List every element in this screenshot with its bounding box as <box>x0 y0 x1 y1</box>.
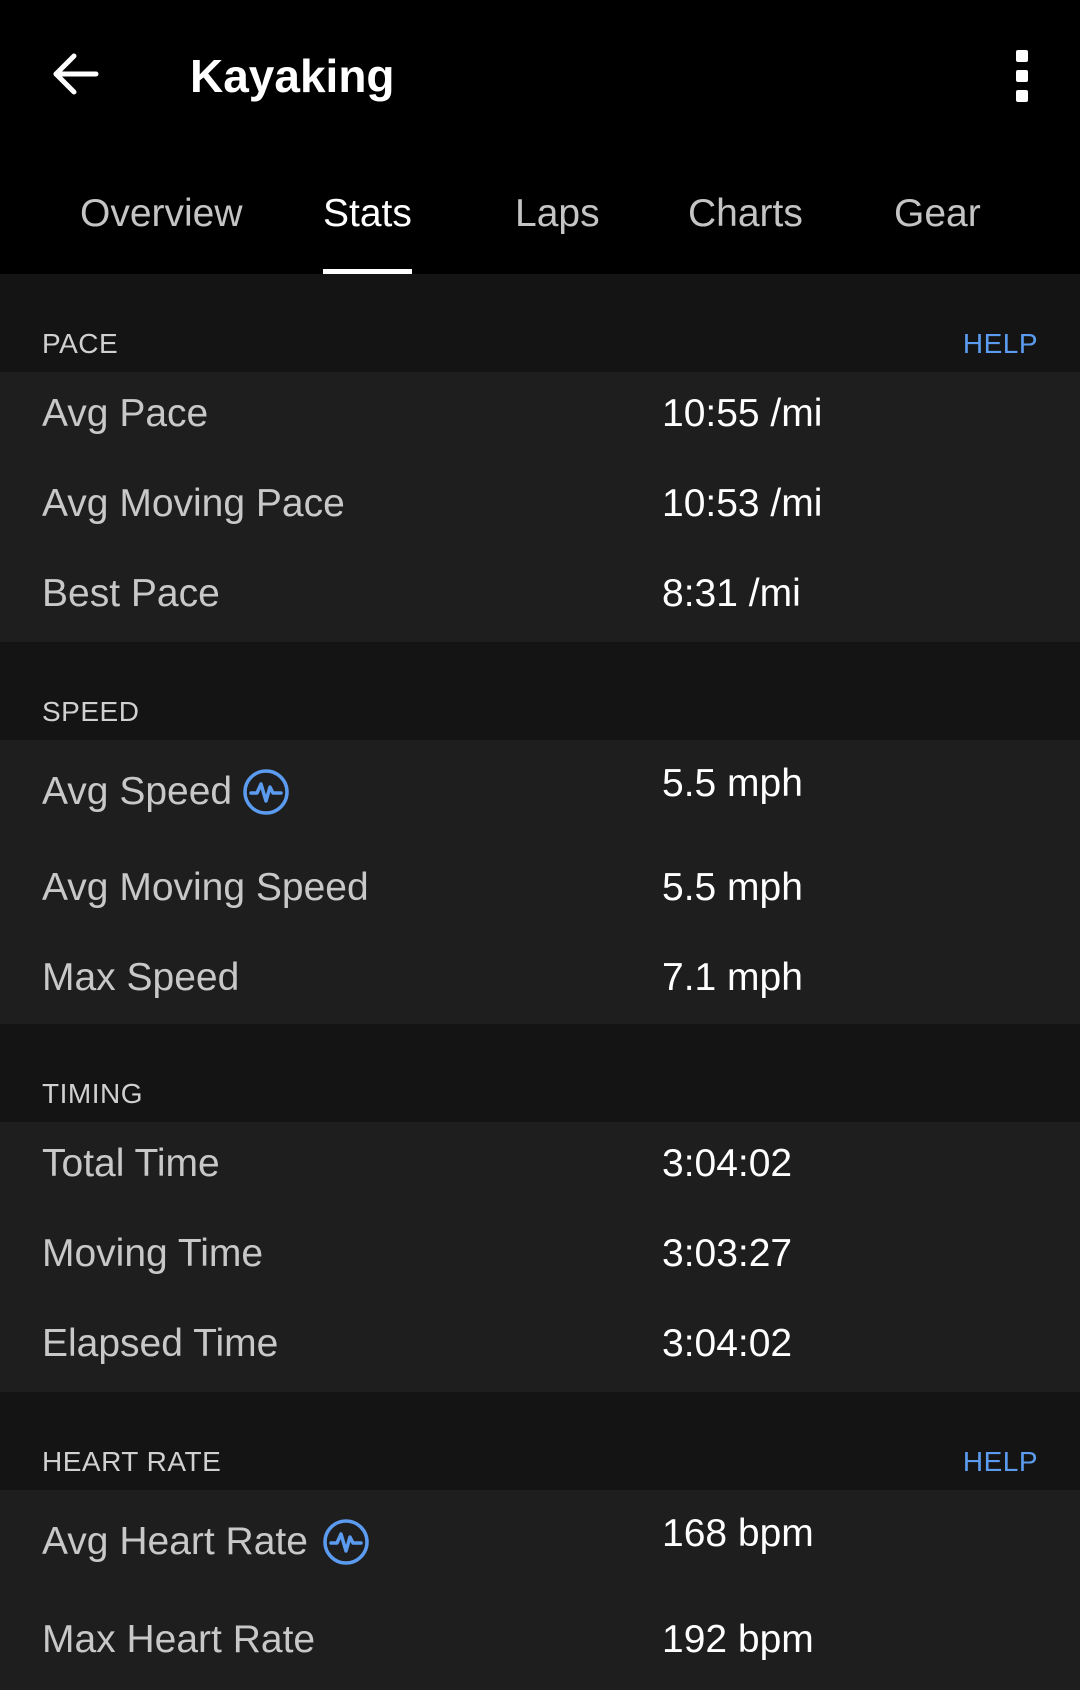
stat-label: Avg Moving Speed <box>42 866 369 909</box>
tab-charts[interactable]: Charts <box>688 150 803 274</box>
stat-row-avg-heart-rate[interactable]: Avg Heart Rate 168 bpm <box>0 1490 1080 1596</box>
pace-section: Avg Pace 10:55 /mi Avg Moving Pace 10:53… <box>0 372 1080 642</box>
stat-row-best-pace: Best Pace 8:31 /mi <box>0 552 1080 642</box>
pace-section-header: PACE HELP <box>0 274 1080 372</box>
pace-help-link[interactable]: HELP <box>963 328 1038 360</box>
section-title: PACE <box>42 328 119 359</box>
stat-row-max-speed: Max Speed 7.1 mph <box>0 934 1080 1024</box>
stat-value: 10:53 /mi <box>662 482 823 525</box>
tab-label: Gear <box>894 192 981 235</box>
back-button[interactable] <box>38 36 114 112</box>
stat-value: 3:03:27 <box>662 1232 793 1275</box>
stat-value: 5.5 mph <box>662 762 803 805</box>
stat-value: 168 bpm <box>662 1512 814 1555</box>
more-vertical-icon <box>1016 50 1028 102</box>
tab-label: Charts <box>688 192 803 235</box>
tab-gear[interactable]: Gear <box>894 150 981 274</box>
section-title: TIMING <box>42 1078 143 1109</box>
stats-content[interactable]: PACE HELP Avg Pace 10:55 /mi Avg Moving … <box>0 274 1080 1690</box>
stat-row-total-time: Total Time 3:04:02 <box>0 1122 1080 1212</box>
stat-label: Max Speed <box>42 956 240 999</box>
tab-laps[interactable]: Laps <box>515 150 600 274</box>
timing-section-header: TIMING <box>0 1024 1080 1122</box>
overflow-menu-button[interactable] <box>992 36 1052 116</box>
stat-value: 8:31 /mi <box>662 572 801 615</box>
pulse-icon[interactable] <box>322 1518 370 1566</box>
stat-label: Avg Pace <box>42 392 209 435</box>
tab-overview[interactable]: Overview <box>80 150 243 274</box>
stat-row-avg-speed[interactable]: Avg Speed 5.5 mph <box>0 740 1080 844</box>
stat-label: Elapsed Time <box>42 1322 279 1365</box>
stat-value: 3:04:02 <box>662 1142 793 1185</box>
app-bar: Kayaking <box>0 0 1080 150</box>
section-title: SPEED <box>42 696 140 727</box>
page-title: Kayaking <box>190 50 395 102</box>
stat-value: 7.1 mph <box>662 956 803 999</box>
stat-row-avg-moving-pace: Avg Moving Pace 10:53 /mi <box>0 462 1080 552</box>
speed-section: Avg Speed 5.5 mph Avg Moving Speed 5.5 m… <box>0 740 1080 1024</box>
tab-label: Overview <box>80 192 243 235</box>
heart-rate-help-link[interactable]: HELP <box>963 1446 1038 1478</box>
arrow-left-icon <box>53 53 99 95</box>
stat-row-avg-pace: Avg Pace 10:55 /mi <box>0 372 1080 462</box>
heart-rate-section: Avg Heart Rate 168 bpm Max Heart Rate 19… <box>0 1490 1080 1690</box>
stat-label: Avg Heart Rate <box>42 1520 308 1563</box>
speed-section-header: SPEED <box>0 642 1080 740</box>
stat-label: Max Heart Rate <box>42 1618 316 1661</box>
stat-value: 3:04:02 <box>662 1322 793 1365</box>
timing-section: Total Time 3:04:02 Moving Time 3:03:27 E… <box>0 1122 1080 1392</box>
stat-label: Best Pace <box>42 572 220 615</box>
stat-label: Moving Time <box>42 1232 264 1275</box>
tab-label: Laps <box>515 192 600 235</box>
stat-row-elapsed-time: Elapsed Time 3:04:02 <box>0 1302 1080 1392</box>
stat-row-moving-time: Moving Time 3:03:27 <box>0 1212 1080 1302</box>
stat-value: 5.5 mph <box>662 866 803 909</box>
stat-row-max-heart-rate: Max Heart Rate 192 bpm <box>0 1596 1080 1690</box>
tab-label: Stats <box>323 192 412 235</box>
stat-value: 10:55 /mi <box>662 392 823 435</box>
stat-label: Total Time <box>42 1142 220 1185</box>
tab-bar: Overview Stats Laps Charts Gear <box>0 150 1080 274</box>
pulse-icon[interactable] <box>242 768 290 816</box>
tab-stats[interactable]: Stats <box>323 150 412 274</box>
section-title: HEART RATE <box>42 1446 222 1477</box>
stat-value: 192 bpm <box>662 1618 814 1661</box>
stat-label: Avg Moving Pace <box>42 482 345 525</box>
heart-rate-section-header: HEART RATE HELP <box>0 1392 1080 1490</box>
stat-label: Avg Speed <box>42 770 233 813</box>
stat-row-avg-moving-speed: Avg Moving Speed 5.5 mph <box>0 844 1080 934</box>
